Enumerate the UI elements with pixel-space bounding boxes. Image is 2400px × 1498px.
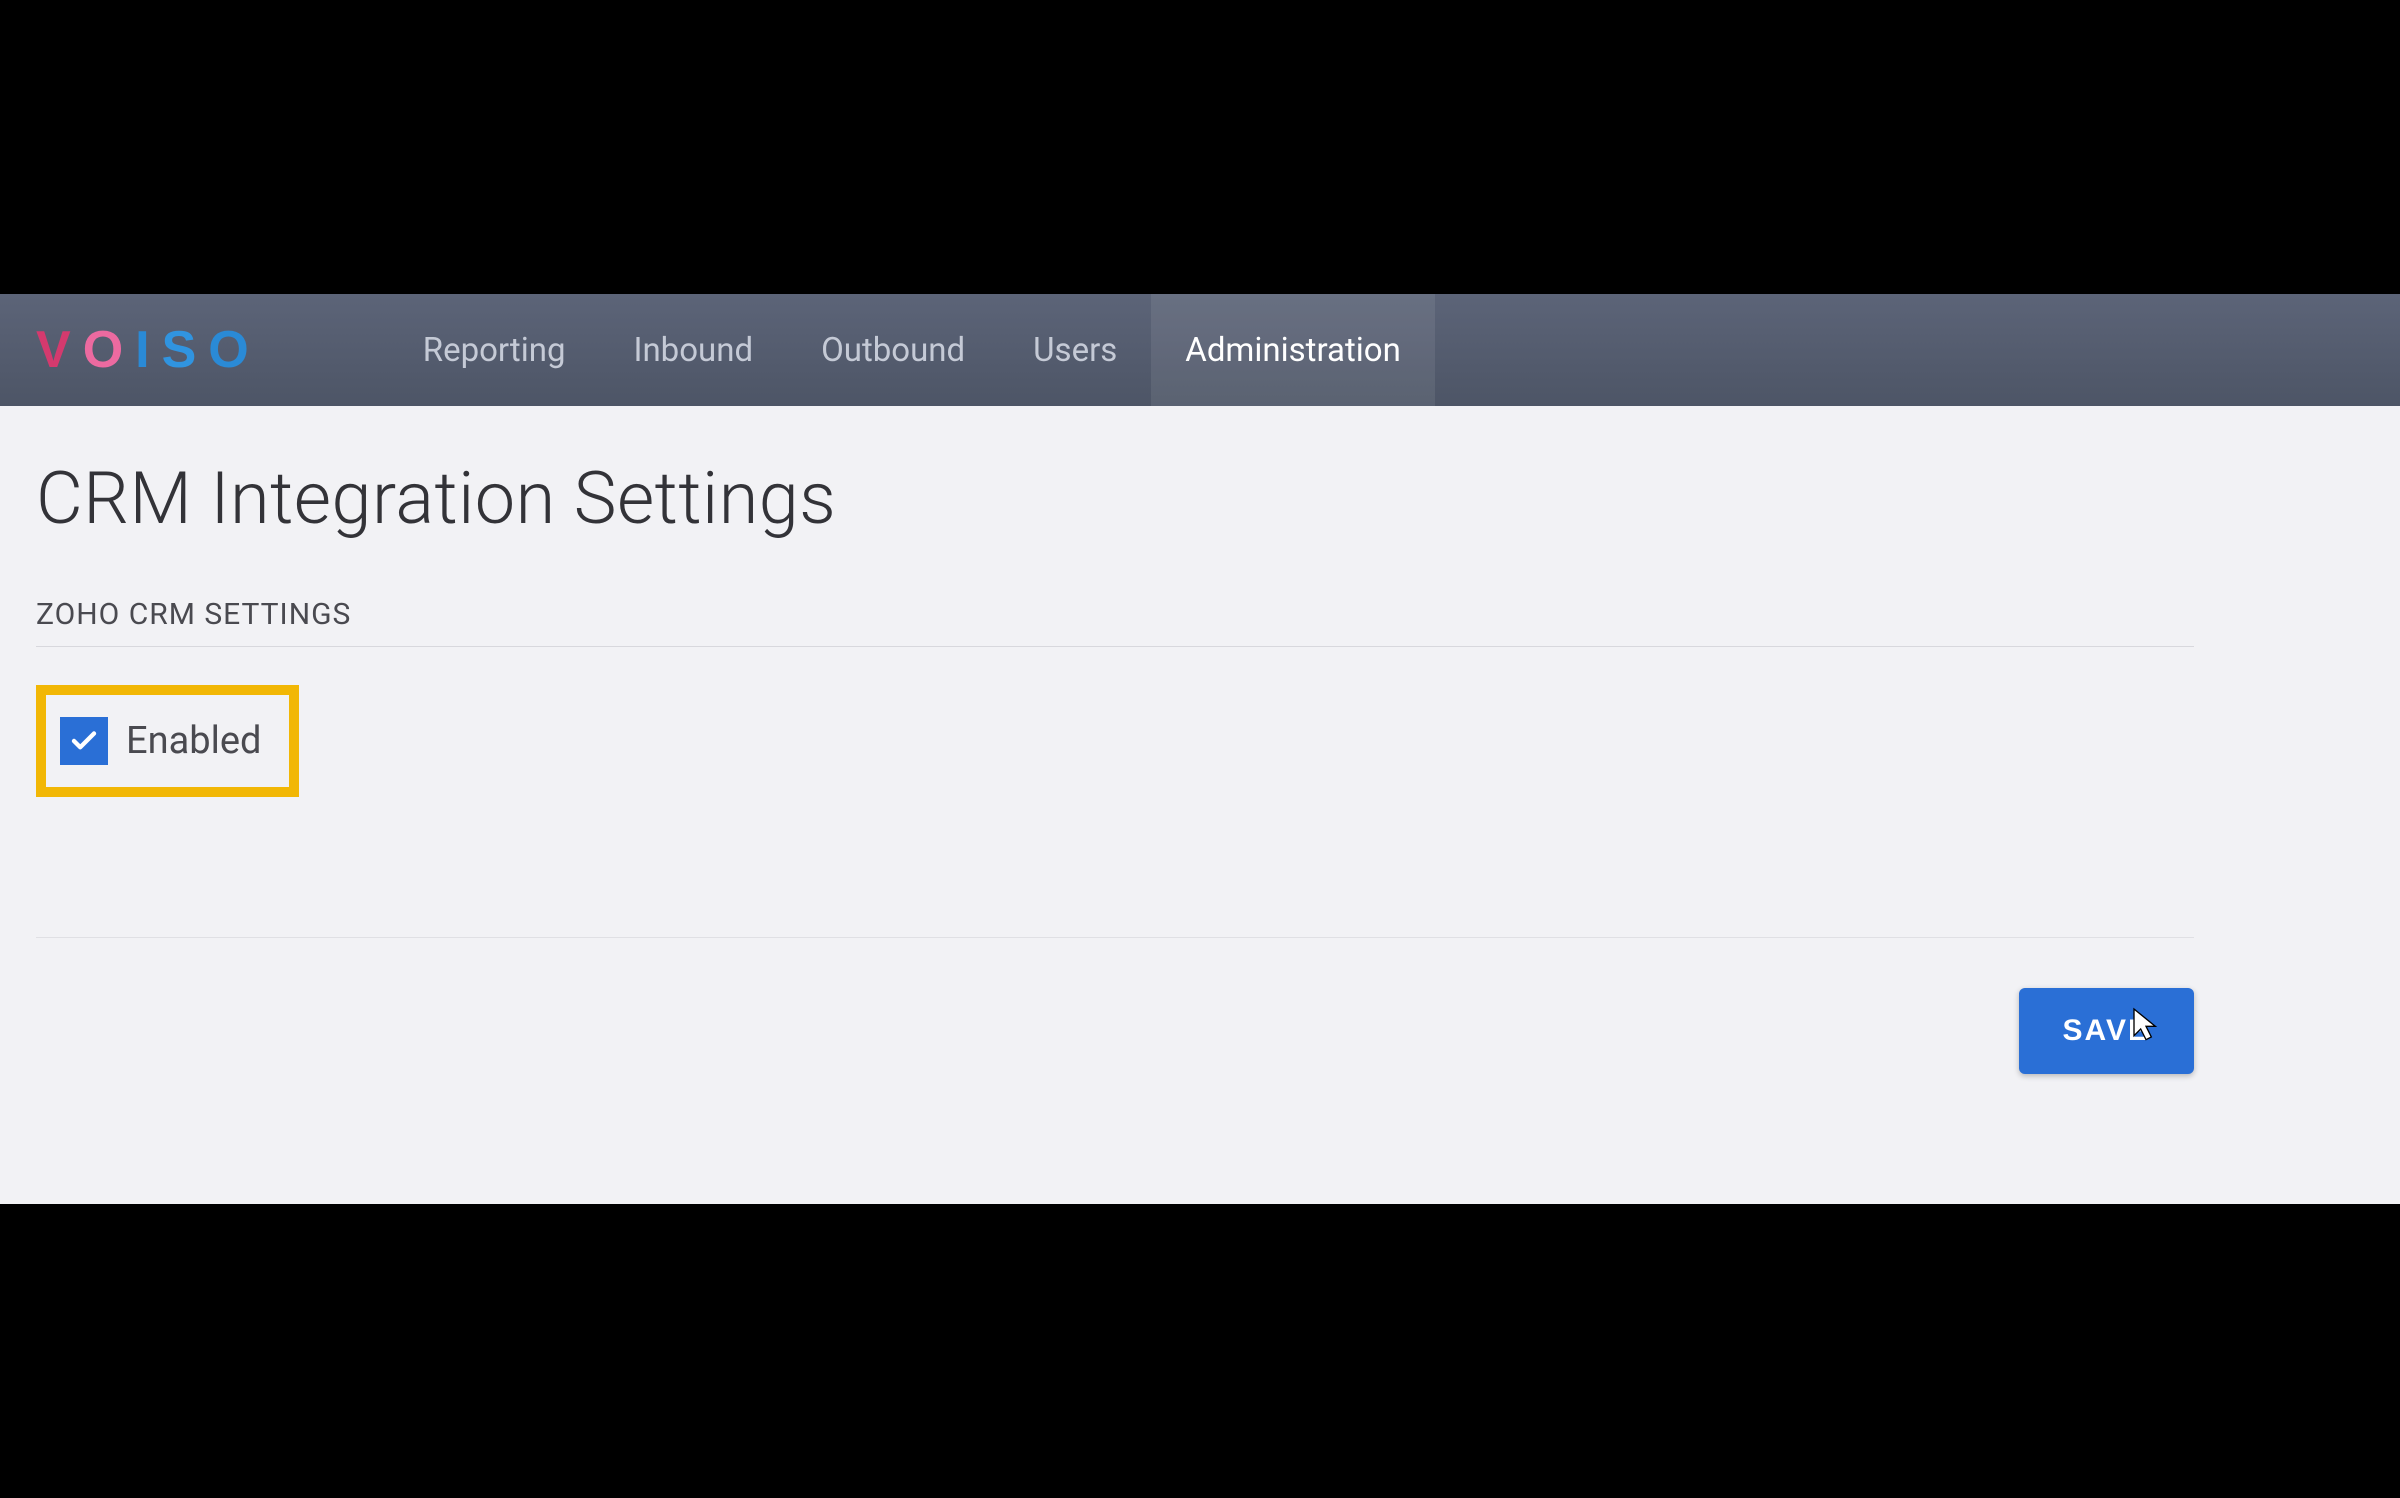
logo: V O I S O [36,320,259,380]
save-button-label: SAVE [2063,1014,2150,1047]
nav-item-users[interactable]: Users [999,294,1151,406]
app-wrapper: V O I S O Reporting Inbound Outbound Use… [0,294,2400,1204]
content-area: CRM Integration Settings ZOHO CRM SETTIN… [0,406,2400,1204]
enabled-checkbox[interactable] [60,717,108,765]
nav-item-outbound[interactable]: Outbound [787,294,999,406]
enabled-highlight-box: Enabled [36,685,299,797]
logo-letter-o2: O [208,320,258,380]
enabled-label: Enabled [126,719,261,763]
save-button[interactable]: SAVE [2019,988,2194,1074]
actions-row: SAVE [36,988,2194,1074]
nav-item-inbound[interactable]: Inbound [599,294,787,406]
nav-items: Reporting Inbound Outbound Users Adminis… [389,294,1435,406]
check-icon [69,726,99,756]
nav-item-reporting[interactable]: Reporting [389,294,600,406]
logo-letter-v: V [36,320,81,380]
section-heading-zoho: ZOHO CRM SETTINGS [36,597,2194,647]
logo-letter-i: I [135,320,159,380]
top-navbar: V O I S O Reporting Inbound Outbound Use… [0,294,2400,406]
nav-item-administration[interactable]: Administration [1151,294,1435,406]
logo-letter-s: S [162,320,207,380]
section-divider [36,937,2194,938]
logo-letter-o1: O [83,320,133,380]
page-title: CRM Integration Settings [36,456,2364,541]
